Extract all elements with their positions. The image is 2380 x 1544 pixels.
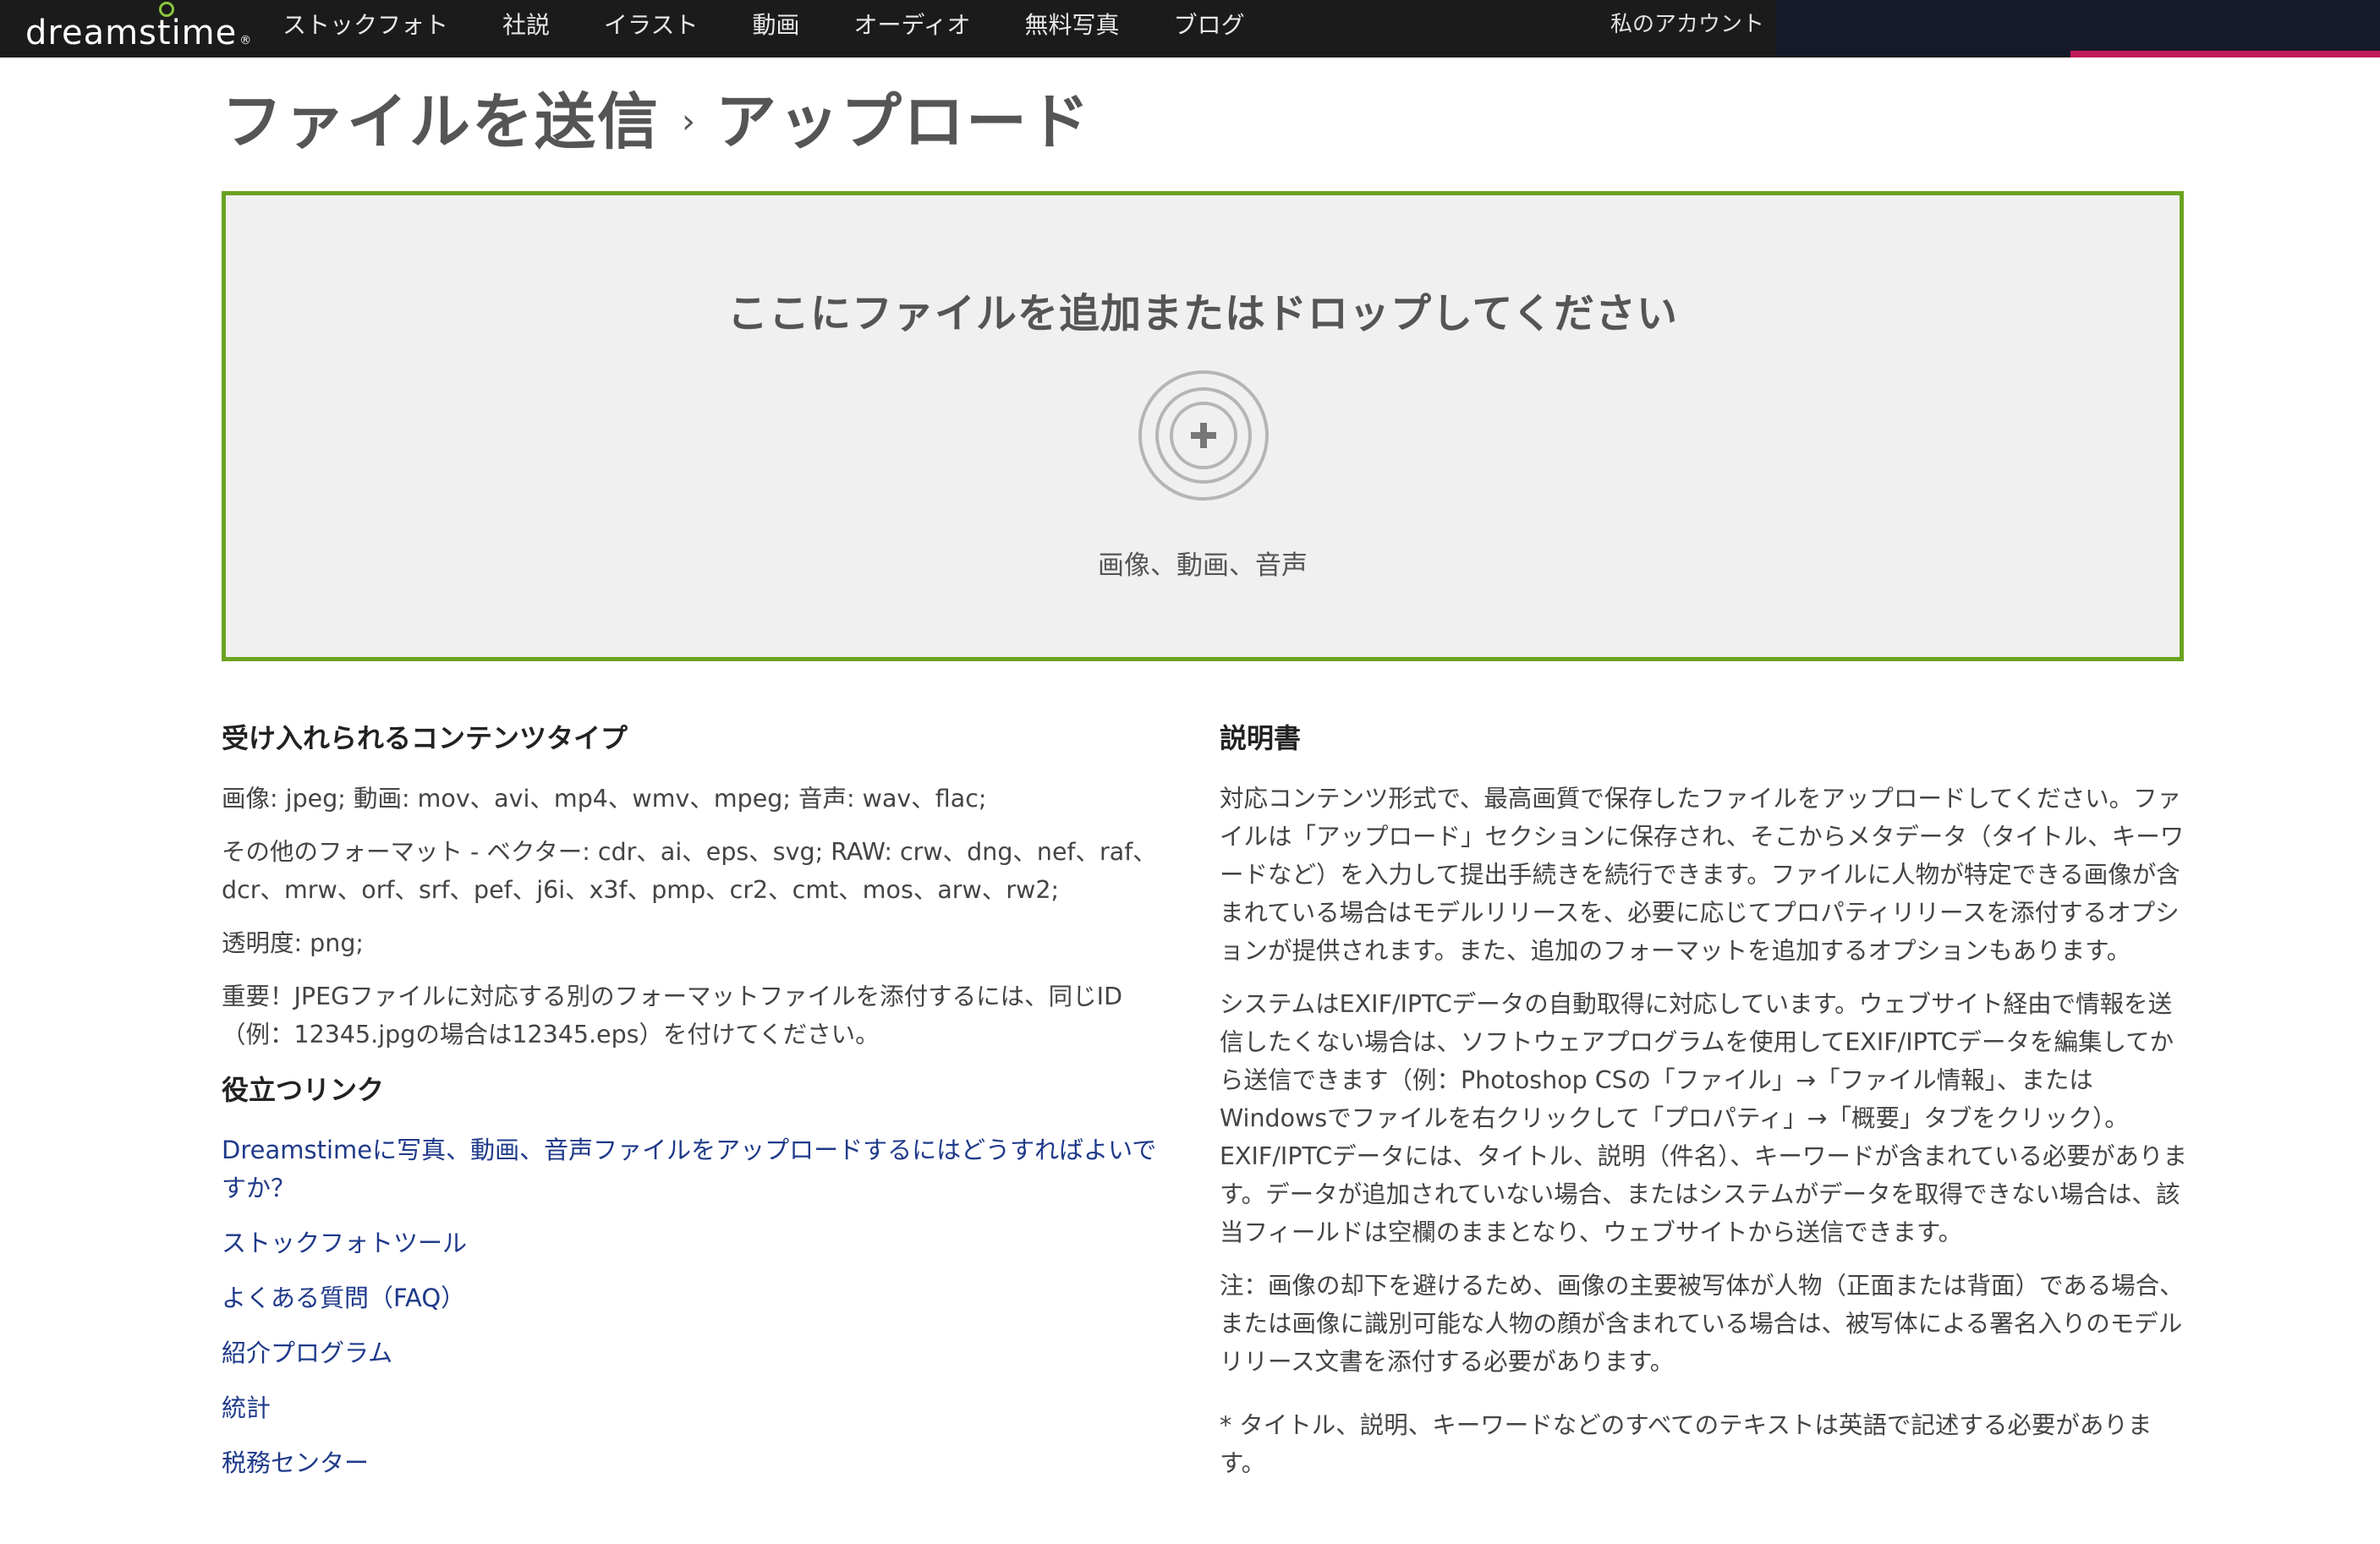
instructions-paragraph: 注：画像の却下を避けるため、画像の主要被写体が人物（正面または背面）である場合、…	[1220, 1272, 2184, 1376]
instructions-paragraph: システムはEXIF/IPTCデータの自動取得に対応しています。ウェブサイト経由で…	[1220, 990, 2188, 1246]
breadcrumb: ファイルを送信 › アップロード	[222, 78, 1091, 157]
accepted-line-transparency: 透明度: png;	[222, 929, 365, 957]
link-referral-program[interactable]: 紹介プログラム	[222, 1334, 1177, 1372]
accepted-line-media: 画像: jpeg; 動画: mov、avi、mp4、wmv、mpeg; 音声: …	[222, 785, 987, 813]
dropzone-file-types: 画像、動画、音声	[1098, 550, 1308, 581]
link-how-to-upload[interactable]: Dreamstimeに写真、動画、音声ファイルをアップロードするにはどうすればよ…	[222, 1131, 1177, 1207]
main-nav: ストックフォト 社説 イラスト 動画 オーディオ 無料写真 ブログ	[282, 0, 1299, 47]
my-account-link[interactable]: 私のアカウント	[1610, 0, 1764, 44]
link-faq[interactable]: よくある質問（FAQ）	[222, 1279, 1177, 1317]
instructions-paragraph: 対応コンテンツ形式で、最高画質で保存したファイルをアップロードしてください。ファ…	[1220, 785, 2185, 965]
nav-item-video[interactable]: 動画	[752, 7, 799, 41]
accepted-line-other-formats: その他のフォーマット - ベクター: cdr、ai、eps、svg; RAW: …	[222, 838, 1157, 904]
nav-item-free-photos[interactable]: 無料写真	[1025, 7, 1120, 41]
top-navigation-bar: dreamstime ® ストックフォト 社説 イラスト 動画 オーディオ 無料…	[0, 0, 2380, 57]
nav-item-blog[interactable]: ブログ	[1174, 7, 1245, 41]
link-statistics[interactable]: 統計	[222, 1389, 1177, 1427]
file-drop-zone[interactable]: ここにファイルを追加またはドロップしてください 画像、動画、音声	[222, 191, 2184, 661]
useful-links-title: 役立つリンク	[222, 1074, 385, 1106]
link-stock-photo-tools[interactable]: ストックフォトツール	[222, 1224, 1177, 1262]
dropzone-title: ここにファイルを追加またはドロップしてください	[727, 290, 1679, 337]
accepted-content-section: 受け入れられるコンテンツタイプ 画像: jpeg; 動画: mov、avi、mp…	[222, 717, 1177, 1499]
instructions-english-note: * タイトル、説明、キーワードなどのすべてのテキストは英語で記述する必要がありま…	[1220, 1411, 2152, 1477]
instructions-section: 説明書 対応コンテンツ形式で、最高画質で保存したファイルをアップロードしてくださ…	[1220, 717, 2188, 1497]
nav-item-stock-photos[interactable]: ストックフォト	[282, 7, 448, 41]
breadcrumb-chevron-icon: ›	[682, 102, 696, 141]
link-tax-center[interactable]: 税務センター	[222, 1444, 1177, 1482]
nav-item-audio[interactable]: オーディオ	[854, 7, 971, 41]
topbar-right-panel	[1776, 0, 2380, 56]
logo-text: dreamstime	[25, 14, 238, 52]
plus-circle-icon[interactable]	[1138, 370, 1270, 501]
accepted-line-important: 重要！JPEGファイルに対応する別のフォーマットファイルを添付するには、同じID…	[222, 983, 1123, 1048]
dreamstime-logo[interactable]: dreamstime ®	[25, 2, 253, 52]
logo-registered-mark: ®	[239, 34, 253, 47]
topbar-accent-strip	[2070, 51, 2380, 57]
page-title: アップロード	[716, 85, 1092, 157]
logo-swirl-icon	[159, 2, 174, 17]
nav-item-illustrations[interactable]: イラスト	[604, 7, 698, 41]
nav-item-editorial[interactable]: 社説	[502, 7, 550, 41]
breadcrumb-submit-files[interactable]: ファイルを送信	[222, 72, 660, 161]
accepted-content-title: 受け入れられるコンテンツタイプ	[222, 722, 628, 754]
instructions-title: 説明書	[1220, 722, 1302, 754]
